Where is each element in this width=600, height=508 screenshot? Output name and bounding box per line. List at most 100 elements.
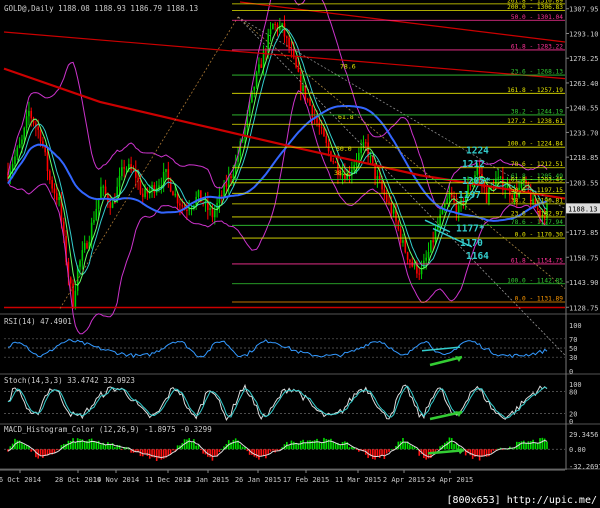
candle-body [46, 152, 49, 172]
fan-label: 50.0 [336, 145, 352, 153]
candle-body [130, 164, 132, 170]
candle-body [95, 208, 98, 221]
candle-body [153, 185, 156, 193]
macd-bar [16, 440, 19, 450]
price-annotation: 1177* [456, 224, 485, 235]
candle-body [392, 209, 395, 214]
macd-bar [330, 438, 332, 450]
macd-bar [213, 449, 216, 456]
stoch-panel-title: Stoch(14,3,3) 33.4742 32.0923 [4, 376, 135, 385]
candle-body [104, 186, 107, 195]
price-tick-label: 1203.55 [569, 180, 599, 188]
rsi-panel-title: RSI(14) 47.4901 [4, 317, 72, 326]
candle-body [302, 85, 304, 91]
candle-body [371, 156, 374, 164]
candle-body [121, 167, 123, 177]
candle-body [169, 178, 172, 192]
candle-body [83, 243, 86, 251]
macd-bar [541, 437, 544, 450]
macd-bar [100, 444, 102, 450]
candle-body [125, 168, 128, 170]
macd-bar [546, 441, 548, 450]
x-tick-label: 24 Apr 2015 [427, 476, 473, 484]
candle-body [74, 290, 77, 308]
macd-bar [304, 442, 307, 450]
macd-bar [355, 449, 358, 451]
fib-level-label: 200.0 - 1306.83 [507, 4, 563, 11]
macd-bar [302, 439, 304, 450]
macd-bar [155, 449, 158, 462]
candle-body [176, 193, 179, 204]
candle-body [383, 189, 386, 195]
macd-tick-label: -32.2697 [569, 463, 600, 471]
candle-body [369, 156, 372, 158]
candle-body [86, 243, 88, 249]
price-tick-label: 1128.75 [569, 304, 599, 312]
rsi-tick-label: 0 [569, 368, 573, 376]
fan-label: 61.8 [338, 113, 354, 121]
candle-body [197, 190, 200, 197]
macd-bar [416, 449, 418, 450]
price-annotation: 1164 [466, 251, 489, 262]
macd-bar [316, 438, 318, 450]
fan-label: 78.6 [340, 62, 356, 70]
candle-body [186, 209, 188, 211]
macd-bar [411, 446, 414, 450]
x-tick-label: 11 Dec 2014 [145, 476, 191, 484]
candle-body [213, 210, 216, 218]
candle-body [285, 36, 288, 38]
macd-bar [409, 444, 411, 450]
x-tick-label: 11 Mar 2015 [335, 476, 381, 484]
macd-bar [306, 440, 309, 450]
macd-bar [146, 449, 149, 456]
macd-bar [188, 438, 191, 450]
macd-bar [351, 446, 353, 450]
candle-body [230, 176, 232, 179]
macd-tick-label: 29.3456 [569, 431, 599, 439]
macd-bar [253, 449, 256, 457]
macd-bar [88, 439, 91, 450]
macd-bar [241, 446, 244, 450]
fib-level-label: 50.0 - 1197.15 [511, 187, 563, 194]
stoch-tick-label: 0 [569, 418, 573, 426]
price-tick-label: 1307.95 [569, 6, 599, 14]
macd-bar [495, 449, 497, 451]
candle-body [360, 147, 362, 153]
macd-panel: MACD_Histogram_Color (12,26,9) -1.8975 -… [4, 425, 212, 434]
macd-bar [332, 441, 335, 450]
candle-body [16, 147, 19, 157]
macd-bar [490, 449, 493, 453]
candle-body [376, 176, 379, 180]
macd-bar [195, 445, 197, 450]
candle-body [174, 193, 177, 196]
candle-body [388, 201, 390, 203]
macd-bar [529, 441, 532, 450]
price-tick-label: 1158.75 [569, 254, 599, 262]
macd-bar [67, 440, 70, 450]
macd-bar [167, 449, 170, 456]
candle-body [274, 24, 276, 26]
macd-bar [502, 449, 504, 451]
price-tick-label: 1278.25 [569, 55, 599, 63]
fib-level-label: 23.6 - 1268.13 [511, 69, 563, 76]
candle-body [506, 184, 509, 189]
macd-bar [234, 438, 237, 450]
fib-level-label: 78.6 - 1177.94 [511, 219, 563, 226]
macd-panel-title: MACD_Histogram_Color (12,26,9) -1.8975 -… [4, 425, 212, 434]
price-tick-label: 1233.70 [569, 129, 599, 137]
candle-body [123, 167, 125, 169]
fib-level-label: 61.8 - 1154.75 [511, 257, 563, 264]
macd-bar [265, 449, 267, 459]
macd-bar [239, 444, 242, 450]
candle-body [218, 195, 221, 204]
macd-bar [30, 449, 33, 452]
candle-body [413, 262, 416, 267]
candle-body [497, 177, 500, 179]
candle-body [499, 176, 502, 178]
macd-bar [532, 439, 534, 450]
candle-body [37, 126, 40, 130]
macd-bar [200, 449, 202, 451]
candle-body [49, 171, 51, 181]
macd-bar [121, 449, 123, 451]
price-annotation: 1205* [462, 176, 491, 187]
